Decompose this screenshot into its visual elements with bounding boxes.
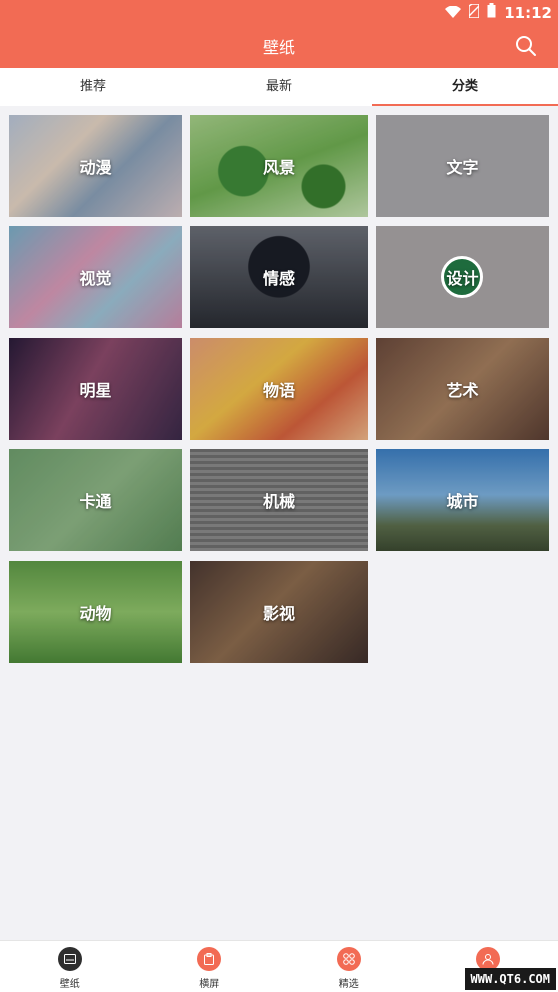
no-sim-icon — [468, 2, 480, 22]
category-label: 城市 — [446, 492, 479, 511]
category-label: 明星 — [79, 381, 112, 400]
category-label: 文字 — [446, 158, 479, 177]
nav-wallpaper[interactable]: 壁纸 — [0, 941, 140, 992]
category-label: 影视 — [262, 604, 295, 623]
tab-recommend[interactable]: 推荐 — [0, 68, 186, 106]
search-button[interactable] — [514, 34, 538, 58]
battery-icon — [487, 3, 496, 22]
tab-latest[interactable]: 最新 — [186, 68, 372, 106]
app-header: 壁纸 — [0, 24, 558, 68]
wallpaper-icon — [57, 947, 82, 971]
category-anime[interactable]: 动漫 — [9, 115, 182, 217]
search-icon — [516, 36, 536, 56]
category-emotion[interactable]: 情感 — [190, 226, 368, 328]
category-label: 风景 — [262, 158, 295, 177]
category-label: 卡通 — [79, 492, 112, 511]
category-label: 物语 — [262, 381, 295, 400]
category-mechanical[interactable]: 机械 — [190, 449, 368, 551]
category-city[interactable]: 城市 — [376, 449, 549, 551]
category-label: 动物 — [79, 604, 112, 623]
nav-landscape[interactable]: 横屏 — [140, 941, 280, 992]
page-title: 壁纸 — [262, 38, 295, 57]
status-time: 11:12 — [504, 3, 552, 22]
nav-featured[interactable]: 精选 — [279, 941, 419, 992]
wifi-icon — [445, 4, 462, 22]
status-icons: 11:12 — [445, 2, 552, 22]
landscape-icon — [197, 947, 222, 971]
category-label: 机械 — [262, 492, 295, 511]
category-design[interactable]: 设计 — [376, 226, 549, 328]
category-art[interactable]: 艺术 — [376, 338, 549, 440]
category-star[interactable]: 明星 — [9, 338, 182, 440]
watermark: WWW.QT6.COM — [464, 968, 556, 990]
tab-bar: 推荐 最新 分类 — [0, 68, 558, 106]
nav-label: 精选 — [338, 979, 359, 990]
category-label: 情感 — [262, 269, 295, 288]
nav-label: 壁纸 — [59, 979, 80, 990]
category-text[interactable]: 文字 — [376, 115, 549, 217]
tab-category[interactable]: 分类 — [372, 68, 558, 106]
category-story[interactable]: 物语 — [190, 338, 368, 440]
category-label: 艺术 — [446, 381, 479, 400]
category-label: 设计 — [446, 269, 479, 288]
category-label: 动漫 — [79, 158, 112, 177]
category-cartoon[interactable]: 卡通 — [9, 449, 182, 551]
nav-label: 横屏 — [199, 979, 220, 990]
grid-dots-icon — [336, 947, 361, 971]
category-film[interactable]: 影视 — [190, 561, 368, 663]
status-bar: 11:12 — [0, 0, 558, 24]
category-vision[interactable]: 视觉 — [9, 226, 182, 328]
category-label: 视觉 — [79, 269, 112, 288]
category-animal[interactable]: 动物 — [9, 561, 182, 663]
category-scenery[interactable]: 风景 — [190, 115, 368, 217]
